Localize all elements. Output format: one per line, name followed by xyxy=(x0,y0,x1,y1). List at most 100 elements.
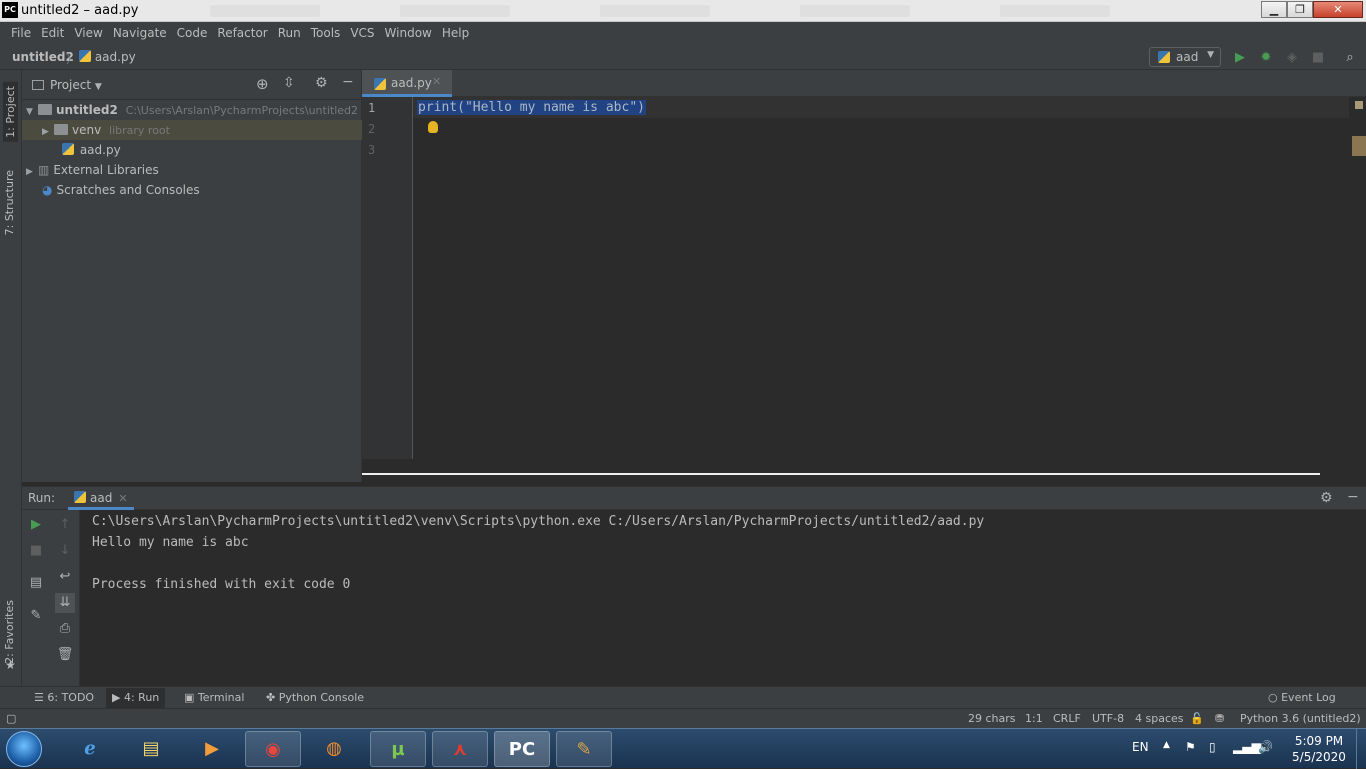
project-view-select[interactable]: Project ▼ xyxy=(50,78,102,92)
debug-icon[interactable]: ✹ xyxy=(1257,49,1275,67)
status-line-separator[interactable]: CRLF xyxy=(1053,712,1081,725)
code-line-1[interactable]: print("Hello my name is abc") xyxy=(417,100,646,115)
media-player-icon[interactable]: ▶ xyxy=(184,731,240,767)
tree-item-scratches[interactable]: ◕ Scratches and Consoles xyxy=(22,180,362,200)
show-desktop-button[interactable] xyxy=(1356,729,1366,769)
pin-icon[interactable]: ✎ xyxy=(26,606,46,626)
lock-icon[interactable]: 🔓 xyxy=(1190,712,1204,725)
breadcrumb-file[interactable]: aad.py xyxy=(79,50,136,64)
lightbulb-icon[interactable] xyxy=(428,121,438,133)
run-console-output[interactable]: C:\Users\Arslan\PycharmProjects\untitled… xyxy=(80,510,1366,686)
navigation-bar: untitled2 〉 aad.py aad ▼ ▶ ✹ ◈ ■ ⌕ xyxy=(0,45,1366,70)
editor-tab-aad-py[interactable]: aad.py ✕ xyxy=(362,70,452,97)
menu-edit[interactable]: Edit xyxy=(36,22,69,45)
gear-icon[interactable]: ⚙ xyxy=(1320,490,1333,506)
pycharm-icon[interactable]: PC xyxy=(494,731,550,767)
menu-window[interactable]: Window xyxy=(380,22,437,45)
menu-tools[interactable]: Tools xyxy=(306,22,346,45)
close-tab-icon[interactable]: ✕ xyxy=(118,492,127,505)
line-number: 1 xyxy=(368,101,376,115)
tool-tab-structure[interactable]: 7: Structure xyxy=(3,170,16,235)
menu-refactor[interactable]: Refactor xyxy=(212,22,272,45)
run-icon[interactable]: ▶ xyxy=(1231,49,1249,67)
menu-file[interactable]: File xyxy=(6,22,36,45)
action-center-flag-icon[interactable]: ⚑ xyxy=(1185,740,1196,754)
inspector-icon[interactable]: ⛃ xyxy=(1215,712,1224,725)
python-console-icon: ✤ xyxy=(266,691,276,704)
rerun-icon[interactable]: ▶ xyxy=(26,515,46,535)
run-configuration-select[interactable]: aad ▼ xyxy=(1149,47,1221,67)
device-icon[interactable]: ▯ xyxy=(1209,740,1216,754)
status-cursor-position[interactable]: 1:1 xyxy=(1025,712,1043,725)
tool-tab-favorites[interactable]: 2: Favorites xyxy=(3,600,16,664)
scrollbar-marker[interactable] xyxy=(1352,136,1366,156)
close-tab-icon[interactable]: ✕ xyxy=(432,75,441,88)
trash-icon[interactable]: 🗑 xyxy=(55,645,75,665)
inspection-status-icon[interactable] xyxy=(1355,101,1363,109)
tree-item-venv[interactable]: ▶ venv library root xyxy=(22,120,362,140)
gear-icon[interactable]: ⚙ xyxy=(315,75,328,91)
acrobat-icon[interactable]: ⋏ xyxy=(432,731,488,767)
layout-icon[interactable]: ▤ xyxy=(26,573,46,593)
tool-tab-project[interactable]: 1: Project xyxy=(3,82,18,142)
code-editor[interactable]: print("Hello my name is abc") xyxy=(413,97,1349,459)
internet-explorer-icon[interactable]: ℯ xyxy=(62,731,118,767)
language-indicator[interactable]: EN xyxy=(1132,740,1149,754)
volume-icon[interactable]: 🔊 xyxy=(1258,740,1273,754)
hide-panel-icon[interactable]: − xyxy=(342,74,354,90)
arrow-down-icon[interactable]: ↓ xyxy=(55,541,75,561)
locate-file-icon[interactable]: ⊕ xyxy=(256,75,269,93)
soft-wrap-icon[interactable]: ↩ xyxy=(55,567,75,587)
tool-tab-run[interactable]: ▶ 4: Run xyxy=(106,688,166,708)
system-clock[interactable]: 5:09 PM 5/5/2020 xyxy=(1284,733,1354,765)
tree-item-aad-py[interactable]: aad.py xyxy=(22,140,362,160)
utorrent-icon[interactable]: µ xyxy=(370,731,426,767)
tool-windows-toggle-icon[interactable]: ▢ xyxy=(6,712,16,725)
terminal-icon: ▣ xyxy=(184,691,195,704)
firefox-icon[interactable]: ◍ xyxy=(306,731,362,767)
maximize-button[interactable]: ❐ xyxy=(1287,1,1313,18)
stop-icon[interactable]: ■ xyxy=(1309,49,1327,67)
tree-item-label: venv xyxy=(72,123,102,137)
network-icon[interactable]: ▂▄▆ xyxy=(1233,740,1261,754)
menu-navigate[interactable]: Navigate xyxy=(108,22,172,45)
menu-view[interactable]: View xyxy=(69,22,107,45)
collapse-all-icon[interactable]: ⇳ xyxy=(283,75,295,91)
tool-window-bar: ☰ 6: TODO ▶ 4: Run ▣ Terminal ✤ Python C… xyxy=(0,686,1366,708)
status-interpreter[interactable]: Python 3.6 (untitled2) xyxy=(1240,712,1361,725)
tool-tab-python-console[interactable]: ✤ Python Console xyxy=(266,691,364,704)
minimize-button[interactable]: ▁ xyxy=(1261,1,1287,18)
scroll-to-end-icon[interactable]: ⇊ xyxy=(55,593,75,613)
tool-tab-terminal[interactable]: ▣ Terminal xyxy=(184,691,244,704)
coverage-icon[interactable]: ◈ xyxy=(1283,49,1301,67)
tool-tab-event-log[interactable]: ○ Event Log xyxy=(1268,691,1336,704)
run-tab-aad[interactable]: aad ✕ xyxy=(68,487,134,510)
stop-icon[interactable]: ■ xyxy=(26,541,46,561)
tree-item-external-libraries[interactable]: ▶ ▥ External Libraries xyxy=(22,160,362,180)
status-encoding[interactable]: UTF-8 xyxy=(1092,712,1124,725)
start-button[interactable] xyxy=(6,731,42,767)
file-explorer-icon[interactable]: ▤ xyxy=(123,731,179,767)
menu-help[interactable]: Help xyxy=(437,22,474,45)
menu-run[interactable]: Run xyxy=(273,22,306,45)
close-button[interactable]: ✕ xyxy=(1313,1,1363,18)
paint-icon[interactable]: ✎ xyxy=(556,731,612,767)
library-icon: ▥ xyxy=(38,163,50,177)
background-browser-tab xyxy=(1000,5,1110,17)
horizontal-scrollbar[interactable] xyxy=(362,459,1366,482)
tree-item-untitled2[interactable]: ▼ untitled2 C:\Users\Arslan\PycharmProjec… xyxy=(22,100,362,120)
breadcrumb-project[interactable]: untitled2 xyxy=(12,50,74,64)
status-indent[interactable]: 4 spaces xyxy=(1135,712,1184,725)
search-icon[interactable]: ⌕ xyxy=(1341,49,1359,67)
menu-code[interactable]: Code xyxy=(172,22,213,45)
chrome-icon[interactable]: ◉ xyxy=(245,731,301,767)
print-icon[interactable]: ⎙ xyxy=(55,619,75,639)
arrow-up-icon[interactable]: ↑ xyxy=(55,515,75,535)
menu-vcs[interactable]: VCS xyxy=(345,22,379,45)
hide-panel-icon[interactable]: − xyxy=(1347,489,1359,505)
tool-tab-todo[interactable]: ☰ 6: TODO xyxy=(34,691,94,704)
show-hidden-icons-icon[interactable]: ▲ xyxy=(1163,740,1170,750)
run-toolbar-secondary: ↑ ↓ ↩ ⇊ ⎙ 🗑 xyxy=(50,510,80,686)
tool-tab-label: Event Log xyxy=(1281,691,1336,704)
tool-tab-label: 4: Run xyxy=(123,691,160,704)
